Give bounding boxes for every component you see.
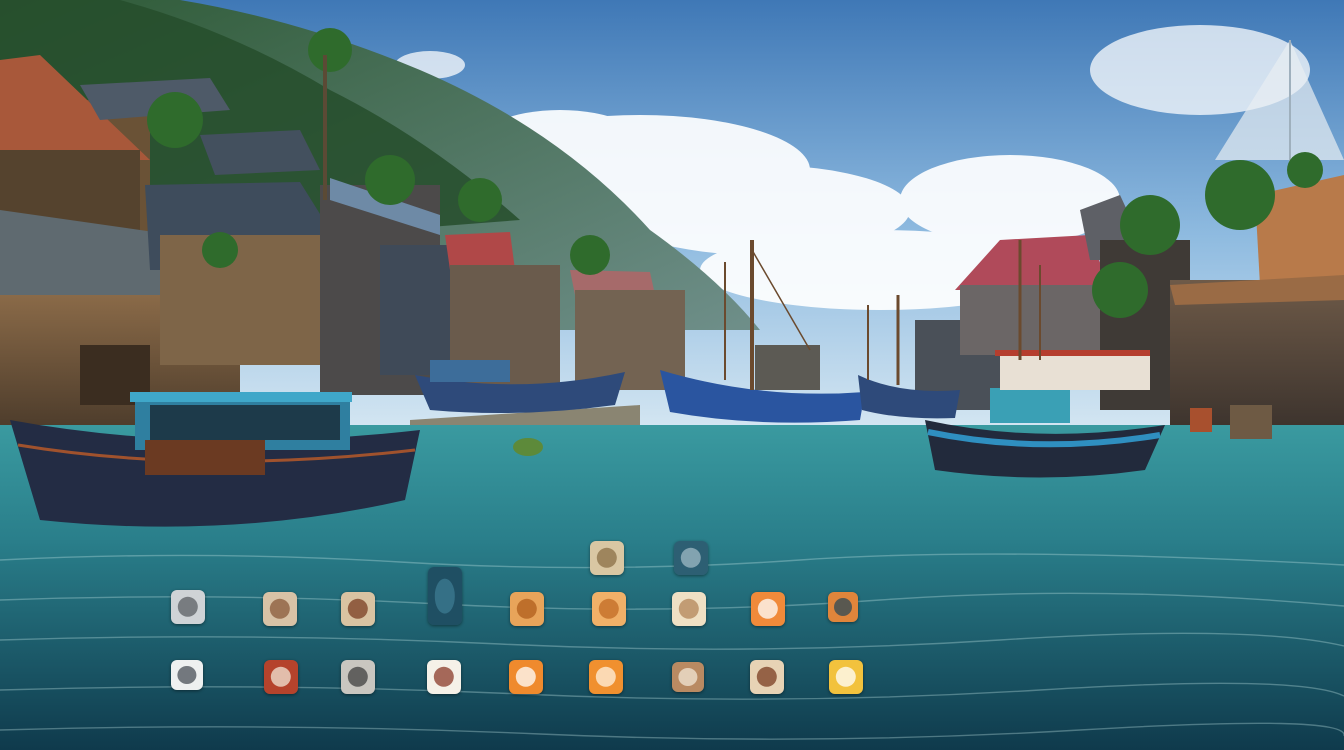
orange-frame-icon[interactable] (828, 592, 858, 622)
grey-sketch-icon[interactable] (341, 660, 375, 694)
brown-figure-icon[interactable] (672, 662, 704, 692)
beige-list-icon[interactable] (750, 660, 784, 694)
orange-map-icon[interactable] (751, 592, 785, 626)
orange-figure-icon[interactable] (589, 660, 623, 694)
document-icon[interactable] (171, 590, 205, 624)
cream-dial-icon[interactable] (672, 592, 706, 626)
white-sketch-icon[interactable] (427, 660, 461, 694)
teal-square-icon[interactable] (674, 541, 708, 575)
orange-badge-icon[interactable] (510, 592, 544, 626)
yellow-bubble-icon[interactable] (829, 660, 863, 694)
orange-ring-icon[interactable] (592, 592, 626, 626)
orange-white-icon[interactable] (509, 660, 543, 694)
desktop-icon-grid (0, 0, 1344, 750)
coin-icon[interactable] (341, 592, 375, 626)
beige-circle-icon[interactable] (590, 541, 624, 575)
red-card-icon[interactable] (264, 660, 298, 694)
photo-icon[interactable] (263, 592, 297, 626)
tall-box-icon[interactable] (428, 567, 462, 625)
white-shell-icon[interactable] (171, 660, 203, 690)
